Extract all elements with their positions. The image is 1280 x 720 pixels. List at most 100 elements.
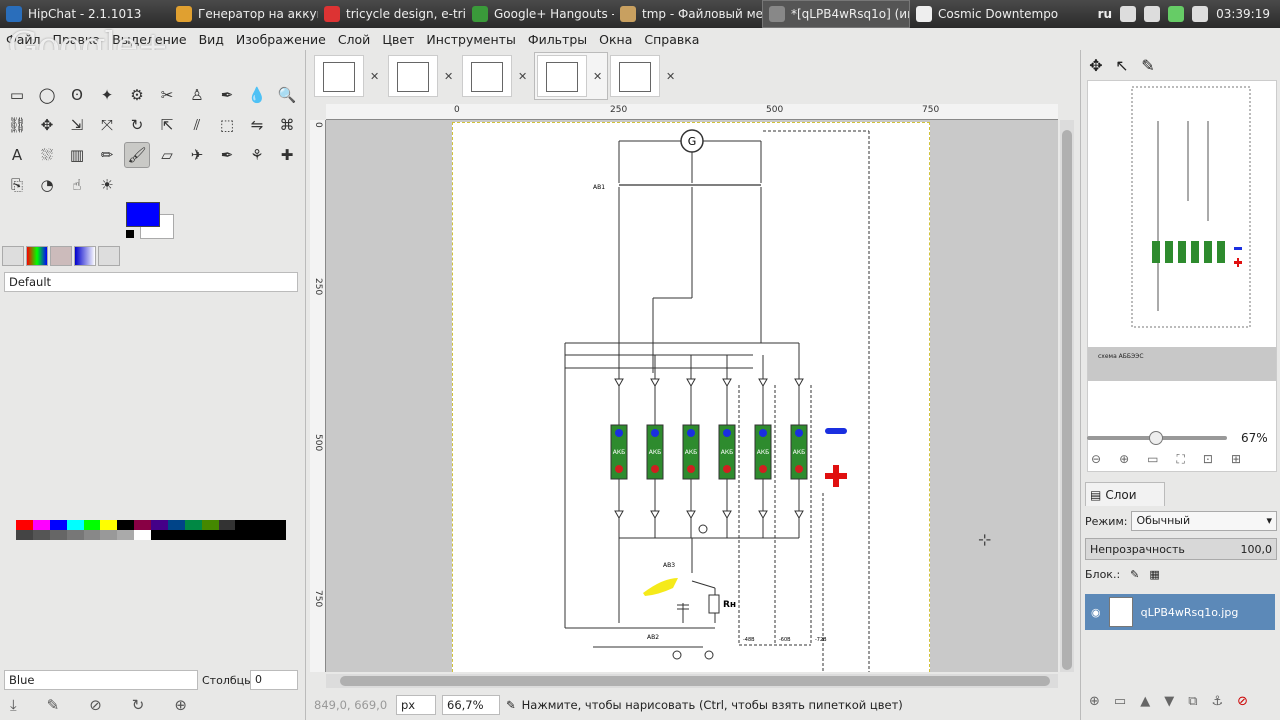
palette-swatch[interactable]	[83, 520, 101, 530]
palette-swatch[interactable]	[201, 530, 219, 540]
menu-item[interactable]: Изображение	[236, 32, 326, 47]
palette-swatch[interactable]	[151, 530, 168, 540]
taskbar-task[interactable]: Генератор на аккуму...	[170, 0, 318, 28]
palette-swatch[interactable]	[49, 530, 67, 540]
foreground-select-tool-icon[interactable]: ♙	[184, 82, 210, 108]
image-paper[interactable]: G АВ1 АКБ АКБ АКБ АКБ АКБ АКБ АВ3 Rн -48…	[452, 122, 930, 672]
tool-options-tab[interactable]	[2, 246, 24, 266]
blur-tool-icon[interactable]: ◔	[34, 172, 60, 198]
navigator-zoom-slider[interactable]	[1087, 431, 1227, 445]
transform-tool-icon[interactable]: ⤧	[94, 112, 120, 138]
by-color-select-tool-icon[interactable]: ⚙	[124, 82, 150, 108]
fuzzy-select-tool-icon[interactable]: ✦	[94, 82, 120, 108]
ink-tool-icon[interactable]: ✒	[214, 142, 240, 168]
heal-tool-icon[interactable]: ✚	[274, 142, 300, 168]
palette-swatch[interactable]	[117, 520, 135, 530]
mail-icon[interactable]	[1192, 6, 1209, 22]
edit-icon[interactable]: ✎	[47, 696, 60, 714]
cage-tool-icon[interactable]: ⌘	[274, 112, 300, 138]
palette-name-field[interactable]: Blue	[4, 670, 198, 690]
move-tool-icon[interactable]: ✥	[34, 112, 60, 138]
layer-opacity-field[interactable]: Непрозрачность 100,0	[1085, 538, 1277, 560]
keyboard-layout[interactable]: ru	[1098, 7, 1112, 21]
close-tab-icon[interactable]: ✕	[518, 70, 527, 83]
menu-item[interactable]: Инструменты	[426, 32, 515, 47]
image-tab[interactable]: ✕	[608, 52, 682, 100]
close-tab-icon[interactable]: ✕	[666, 70, 675, 83]
flip-tool-icon[interactable]: ⇋	[244, 112, 270, 138]
shear-tool-icon[interactable]: ⫽	[184, 112, 210, 138]
taskbar-task[interactable]: *[qLPB4wRsq1o] (им...	[762, 0, 910, 28]
preset-field[interactable]: Default	[4, 272, 298, 292]
volume-icon[interactable]	[1120, 6, 1137, 22]
paintbrush-tool-icon[interactable]: 🖌	[124, 142, 150, 168]
clone-tool-icon[interactable]: ⚘	[244, 142, 270, 168]
zoom-1to1-icon[interactable]: ▭	[1147, 452, 1158, 467]
palette-swatch[interactable]	[184, 520, 202, 530]
shrink-wrap-icon[interactable]: ⊞	[1231, 452, 1241, 467]
palette-swatch[interactable]	[66, 530, 84, 540]
taskbar-task[interactable]: HipChat - 2.1.1013	[0, 0, 170, 28]
palette-swatch[interactable]	[269, 530, 286, 540]
layer-item[interactable]: ◉ qLPB4wRsq1o.jpg	[1085, 594, 1275, 630]
palette-swatch[interactable]	[151, 520, 168, 530]
menu-item[interactable]: Справка	[644, 32, 699, 47]
patterns-tab[interactable]	[50, 246, 72, 266]
close-tab-icon[interactable]: ✕	[593, 70, 602, 83]
layer-mode-select[interactable]: Обычный ▾	[1131, 511, 1277, 531]
palette-swatch[interactable]	[83, 530, 101, 540]
menu-item[interactable]: Слой	[338, 32, 371, 47]
save-icon[interactable]: ⤓	[10, 696, 17, 714]
bucket-fill-tool-icon[interactable]: ⛆	[34, 142, 60, 168]
image-tab[interactable]: ✕	[534, 52, 608, 100]
lock-alpha-icon[interactable]: ▦	[1149, 568, 1159, 581]
palette-swatch[interactable]	[16, 520, 33, 530]
taskbar-task[interactable]: Cosmic Downtempo	[910, 0, 1080, 28]
horizontal-scrollbar[interactable]	[326, 674, 1058, 688]
layers-tab[interactable]: ▤ Слои	[1085, 482, 1165, 506]
palette-swatch[interactable]	[100, 530, 118, 540]
brushes-tab[interactable]	[98, 246, 120, 266]
vertical-scrollbar[interactable]	[1060, 120, 1074, 672]
eraser-tool-icon[interactable]: ▱	[154, 142, 180, 168]
palette-swatch[interactable]	[100, 520, 118, 530]
menu-item[interactable]: Вид	[199, 32, 224, 47]
palette-swatch[interactable]	[235, 530, 253, 540]
navigator-preview[interactable]: схема АББЭЭС	[1087, 80, 1277, 472]
scale-tool-icon[interactable]: ⇱	[154, 112, 180, 138]
blend-tool-icon[interactable]: ▥	[64, 142, 90, 168]
clock[interactable]: 03:39:19	[1216, 7, 1270, 21]
scissors-tool-icon[interactable]: ✂	[154, 82, 180, 108]
brush-icon[interactable]: ✎	[1137, 54, 1159, 76]
menu-item[interactable]: Выделение	[112, 32, 186, 47]
duplicate-layer-icon[interactable]: ⧉	[1188, 694, 1197, 709]
palette-swatch[interactable]	[235, 520, 253, 530]
new-layer-icon[interactable]: ⊕	[1089, 694, 1100, 709]
palette-swatch[interactable]	[32, 530, 50, 540]
taskbar-task[interactable]: tricycle design, e-tricy...	[318, 0, 466, 28]
delete-icon[interactable]: ⊘	[89, 696, 102, 714]
image-tab[interactable]: ✕	[386, 52, 460, 100]
close-tab-icon[interactable]: ✕	[444, 70, 453, 83]
palette-swatch[interactable]	[167, 530, 185, 540]
palette-swatch[interactable]	[218, 520, 236, 530]
palette-swatch[interactable]	[66, 520, 84, 530]
palette-swatch[interactable]	[117, 530, 135, 540]
perspective-clone-tool-icon[interactable]: ⎘	[4, 172, 30, 198]
color-picker-tool-icon[interactable]: 💧	[244, 82, 270, 108]
menu-item[interactable]: Цвет	[382, 32, 414, 47]
palette-swatch[interactable]	[269, 520, 286, 530]
delete-layer-icon[interactable]: ⊘	[1237, 694, 1248, 709]
zoom-tool-icon[interactable]: 🔍	[274, 82, 300, 108]
default-colors-icon[interactable]	[126, 230, 134, 238]
text-tool-icon[interactable]: A	[4, 142, 30, 168]
raise-layer-icon[interactable]: ▲	[1140, 694, 1150, 709]
taskbar-task[interactable]: tmp - Файловый мен...	[614, 0, 762, 28]
close-tab-icon[interactable]: ✕	[370, 70, 379, 83]
unit-select[interactable]: px	[396, 695, 436, 715]
columns-input[interactable]: 0	[250, 670, 298, 690]
palette-swatch[interactable]	[16, 530, 33, 540]
airbrush-tool-icon[interactable]: ✈	[184, 142, 210, 168]
palette-swatch[interactable]	[134, 530, 151, 540]
dodge-burn-tool-icon[interactable]: ☀	[94, 172, 120, 198]
